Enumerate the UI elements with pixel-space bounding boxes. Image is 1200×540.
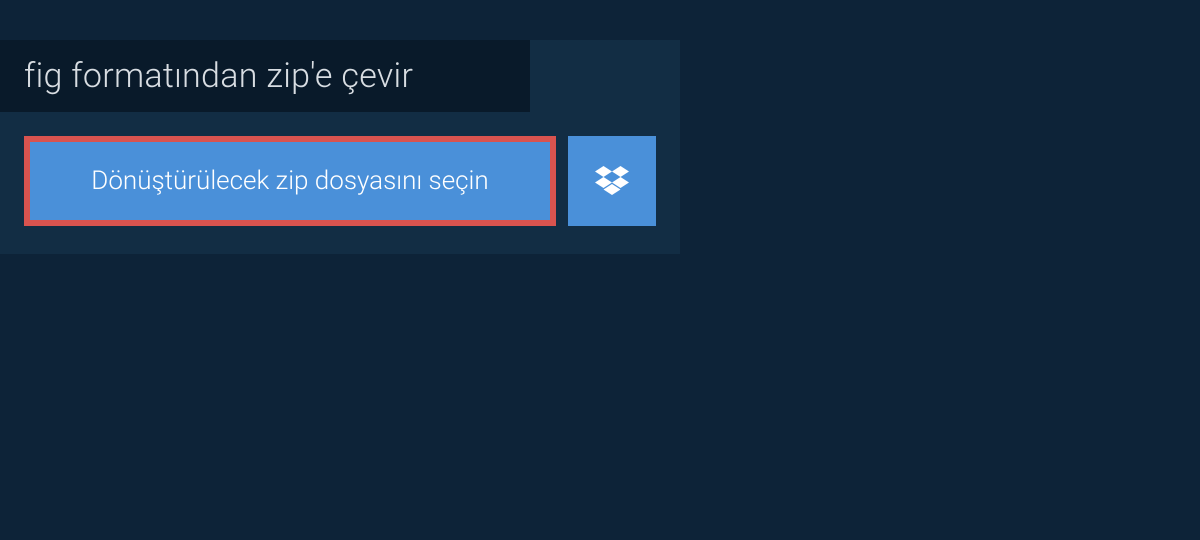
dropbox-button[interactable] <box>568 136 656 226</box>
page-title: fig formatından zip'e çevir <box>24 56 413 96</box>
converter-panel: fig formatından zip'e çevir Dönüştürülec… <box>0 40 680 254</box>
dropbox-icon <box>595 166 629 196</box>
button-row: Dönüştürülecek zip dosyasını seçin <box>0 112 680 254</box>
select-file-label: Dönüştürülecek zip dosyasını seçin <box>91 166 488 196</box>
select-file-button[interactable]: Dönüştürülecek zip dosyasını seçin <box>24 136 556 226</box>
title-bar: fig formatından zip'e çevir <box>0 40 530 112</box>
